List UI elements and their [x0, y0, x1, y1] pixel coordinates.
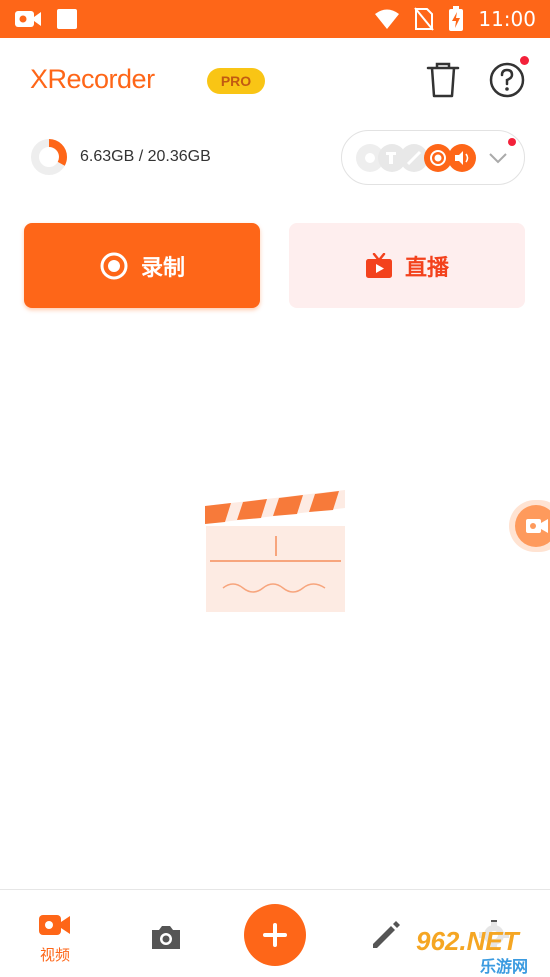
watermark-top: 962.NET: [416, 926, 521, 956]
nav-screenshots[interactable]: [146, 890, 186, 977]
status-time: 11:00: [478, 7, 536, 31]
help-notification-dot: [520, 56, 529, 65]
floating-record-bubble[interactable]: [509, 500, 550, 552]
battery-charging-icon: [449, 6, 464, 31]
watermark-bottom: 乐游网: [480, 957, 528, 976]
storage-info: 6.63GB / 20.36GB: [30, 138, 211, 176]
nav-videos-label: 视频: [39, 946, 70, 964]
storage-donut-icon: [31, 139, 67, 175]
source-selector[interactable]: [341, 130, 525, 185]
help-icon[interactable]: [487, 60, 527, 100]
live-button[interactable]: 直播: [289, 223, 525, 308]
nav-videos[interactable]: 视频: [30, 890, 80, 977]
storage-text: 6.63GB / 20.36GB: [80, 148, 211, 165]
app-logo: XRecorder: [30, 64, 155, 94]
wifi-icon: [375, 9, 400, 29]
add-button[interactable]: [244, 904, 306, 966]
record-label: 录制: [140, 255, 185, 281]
clapperboard-illustration: [205, 490, 345, 612]
live-label: 直播: [404, 255, 449, 281]
nav-edit[interactable]: [366, 890, 406, 977]
pencil-icon: [400, 144, 428, 172]
no-sim-icon: [414, 7, 435, 31]
plus-icon: [263, 923, 287, 947]
source-notification-dot: [508, 138, 516, 146]
record-button[interactable]: 录制: [24, 223, 260, 308]
record-icon: [424, 144, 452, 172]
camera-icon: [152, 926, 180, 949]
pro-badge[interactable]: PRO: [207, 68, 265, 94]
video-camera-icon: [526, 519, 548, 533]
tv-live-icon: [365, 252, 392, 278]
chevron-down-icon: [489, 153, 507, 164]
trash-icon[interactable]: [423, 60, 463, 100]
audio-icon: [448, 144, 476, 172]
site-watermark: 962.NET 乐游网: [410, 922, 550, 977]
record-icon: [100, 252, 128, 279]
video-camera-icon: [15, 11, 41, 27]
pencil-icon: [373, 921, 400, 948]
app-header: XRecorder PRO: [0, 38, 550, 124]
video-camera-icon: [39, 915, 70, 935]
status-bar: 11:00: [0, 0, 550, 38]
square-icon: [57, 9, 77, 29]
